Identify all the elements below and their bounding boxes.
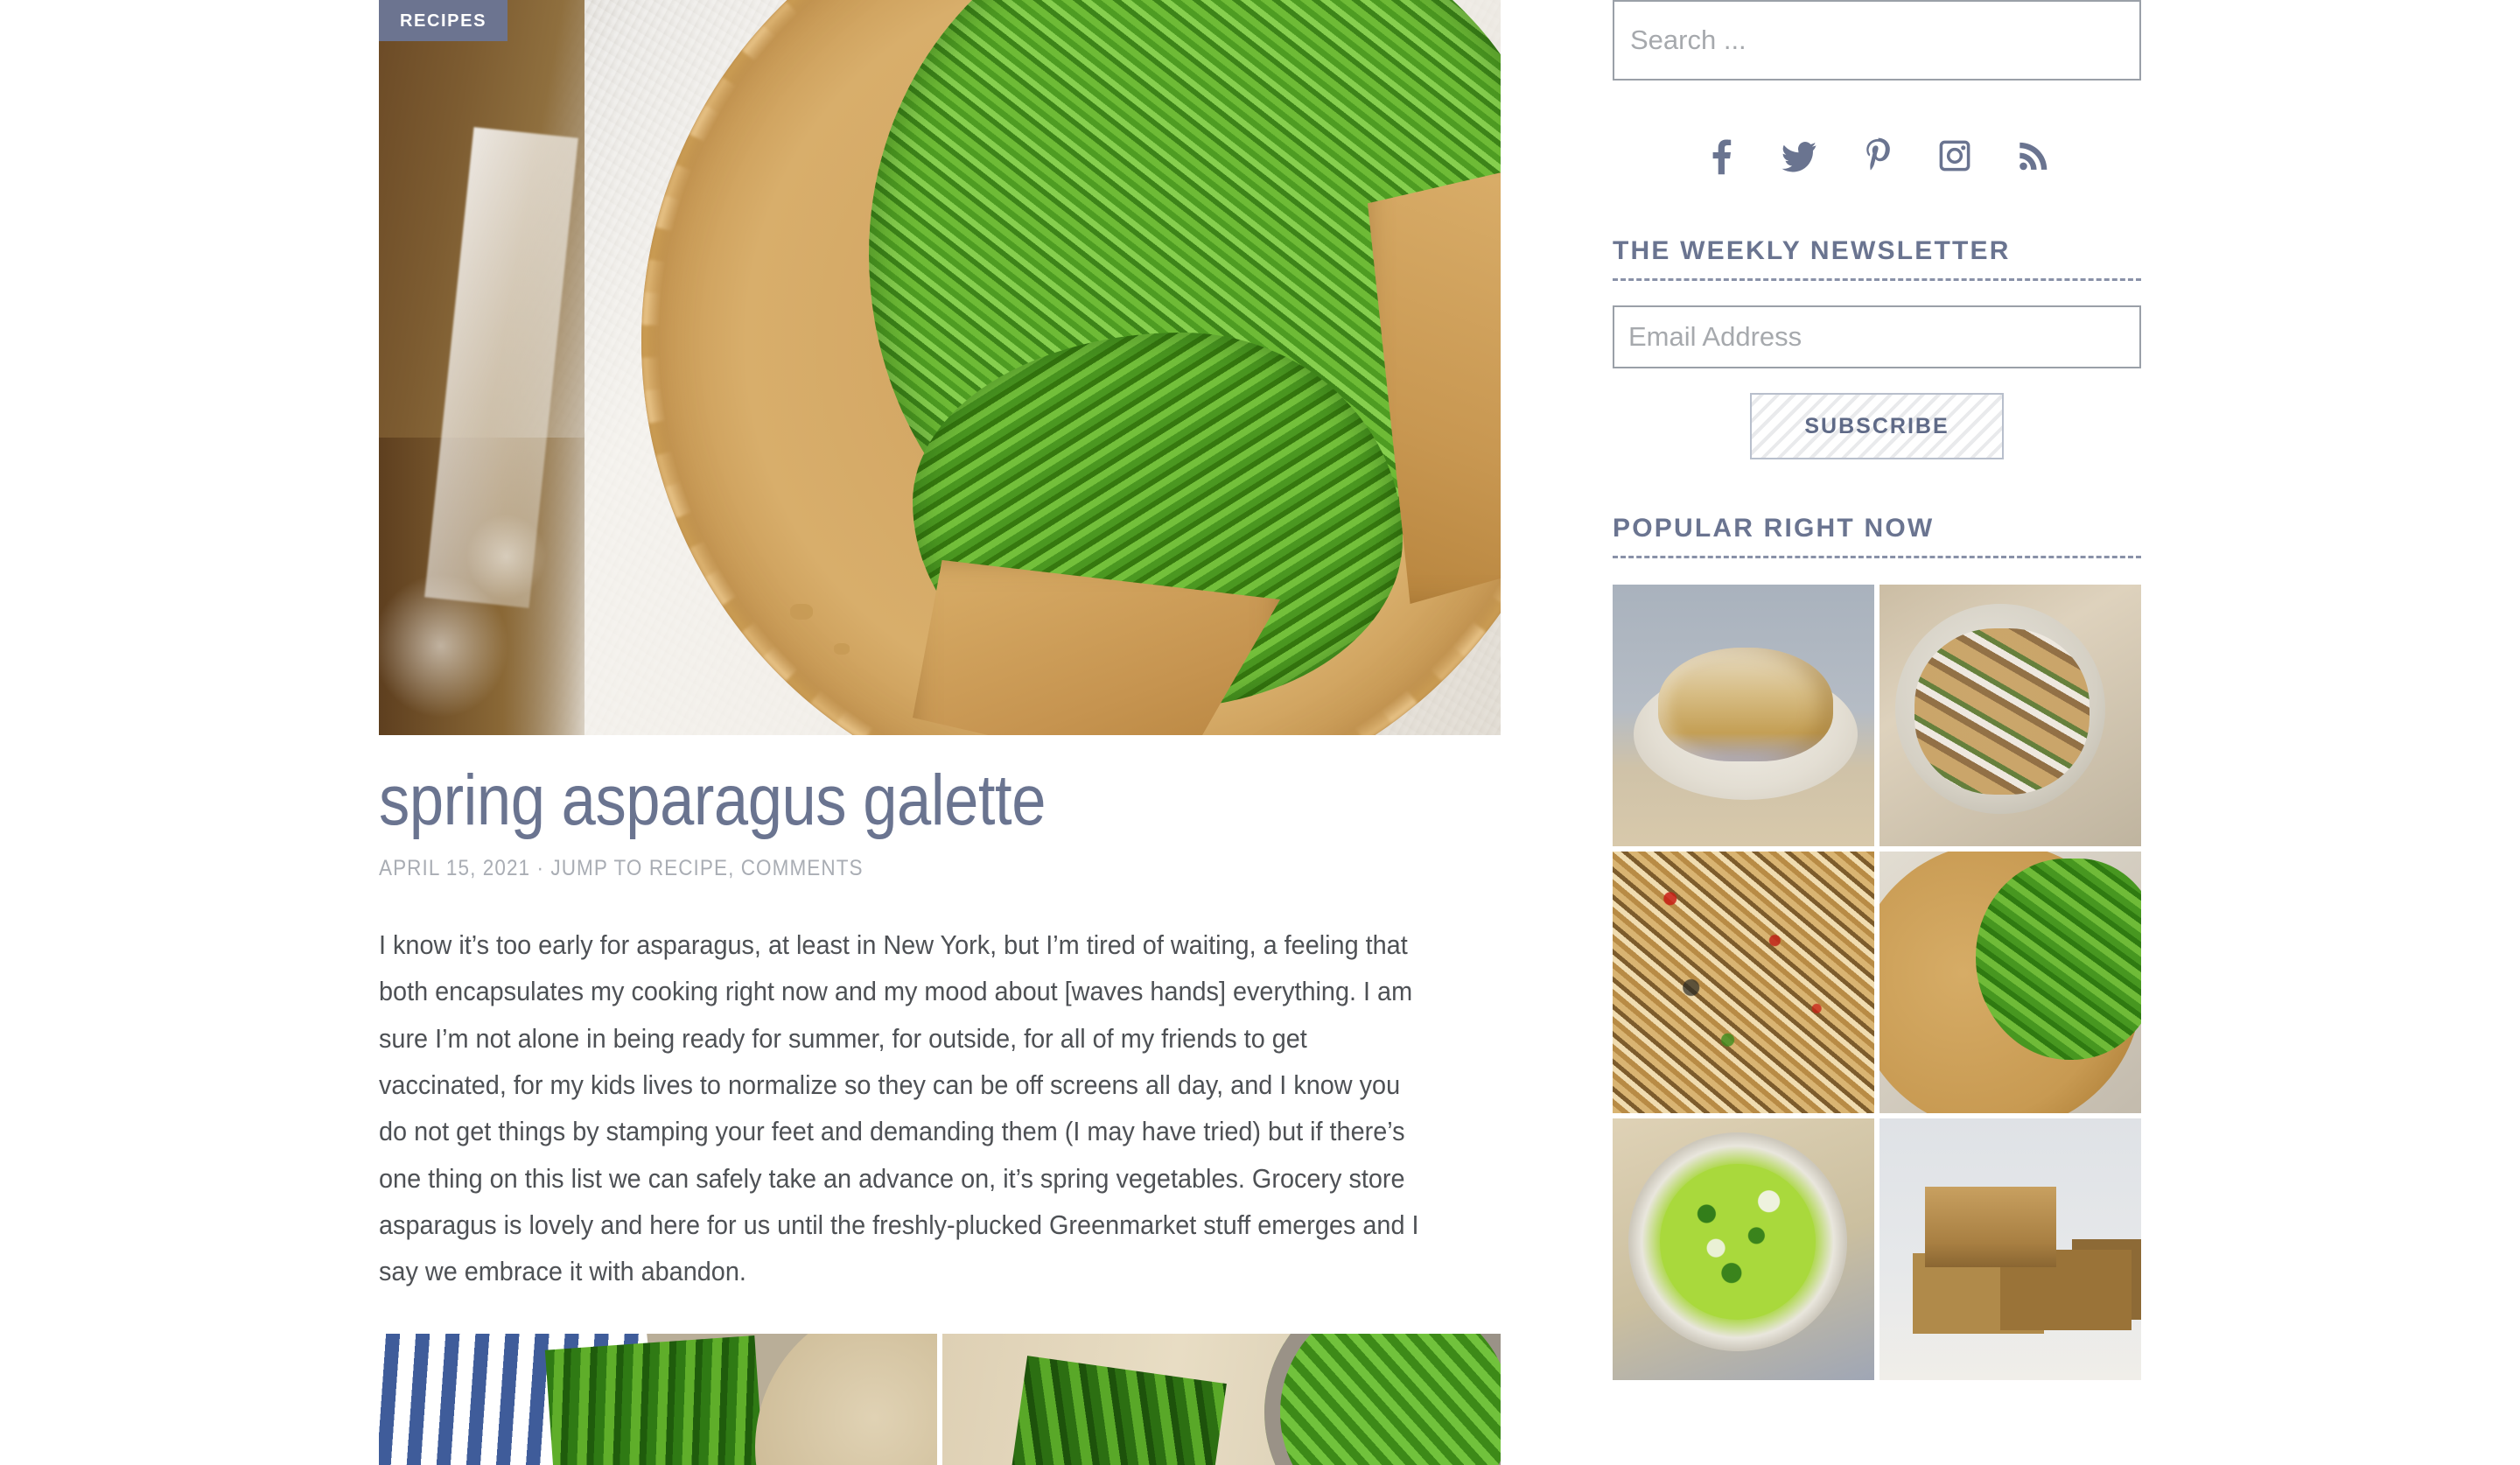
subscribe-row: SUBSCRIBE [1613,393,2141,459]
asparagus-spears-cut [999,1355,1227,1465]
mixing-bowl [755,1333,937,1465]
popular-thumb-5-alt: bright green soup in a bowl with herbs a… [1613,1118,1614,1119]
jump-to-recipe-link[interactable]: JUMP TO RECIPE [550,856,728,880]
email-field[interactable] [1628,321,2139,353]
social-links [1613,130,2141,182]
post-body-paragraph: I know it’s too early for asparagus, at … [379,929,1419,1287]
popular-thumb-1[interactable]: olive oil cake on white plate with slice… [1613,585,1874,846]
post-title[interactable]: spring asparagus galette [379,765,1344,837]
email-box[interactable] [1613,305,2141,368]
newsletter-divider [1613,278,2141,281]
page-root: RECIPES spring asparagus galette on parc… [0,0,2520,1465]
comments-link[interactable]: COMMENTS [741,856,864,880]
popular-thumb-3[interactable]: stir-fried noodles with chili and scalli… [1613,852,1874,1113]
search-box[interactable] [1613,0,2141,81]
meta-separator: · [530,856,551,880]
inline-image-2[interactable]: asparagus spears on cutting board beside… [942,1333,1501,1465]
twitter-icon [1781,137,1817,175]
post-meta: APRIL 15, 2021 · JUMP TO RECIPE, COMMENT… [379,856,1389,881]
hero-crumb [834,643,850,655]
sidebar: THE WEEKLY NEWSLETTER SUBSCRIBE POPULAR … [1613,0,2141,1380]
social-link-instagram[interactable] [1938,137,1971,175]
bowl-of-chopped-asparagus [1264,1333,1501,1465]
post-hero-image[interactable]: RECIPES spring asparagus galette on parc… [379,0,1501,735]
popular-widget-title: POPULAR RIGHT NOW [1613,514,1935,543]
instagram-icon [1938,137,1971,175]
popular-thumb-6[interactable]: stacked crispy granola bars [1880,1118,2141,1380]
post-date: APRIL 15, 2021 [379,856,531,880]
search-input[interactable] [1630,25,2139,56]
hero-photo [379,0,1501,735]
social-link-pinterest[interactable] [1863,137,1893,175]
hero-crumb [790,604,813,620]
popular-thumb-4[interactable]: spring asparagus galette [1880,852,2141,1113]
subscribe-button[interactable]: SUBSCRIBE [1750,393,2004,459]
social-link-twitter[interactable] [1781,137,1817,175]
popular-divider [1613,556,2141,558]
inline-image-2-alt: asparagus spears on cutting board beside… [942,1334,943,1335]
social-link-facebook[interactable] [1705,137,1735,175]
facebook-icon [1705,137,1735,175]
popular-thumb-2[interactable]: mushroom tacos on speckled plate with li… [1880,585,2141,846]
newsletter-widget-title: THE WEEKLY NEWSLETTER [1613,236,2011,265]
pinterest-icon [1863,137,1893,175]
rss-icon [2017,137,2048,175]
main-content: RECIPES spring asparagus galette on parc… [379,0,1501,1465]
category-badge[interactable]: RECIPES [379,0,508,41]
social-link-rss[interactable] [2017,137,2048,175]
inline-image-pair: asparagus bundle in striped towel next t… [379,1333,1501,1465]
popular-thumb-5[interactable]: bright green soup in a bowl with herbs a… [1613,1118,1874,1380]
popular-thumbnail-grid: olive oil cake on white plate with slice… [1613,585,2141,1380]
asparagus-spears [544,1335,774,1465]
meta-comma: , [728,856,741,880]
inline-image-1[interactable]: asparagus bundle in striped towel next t… [379,1333,937,1465]
